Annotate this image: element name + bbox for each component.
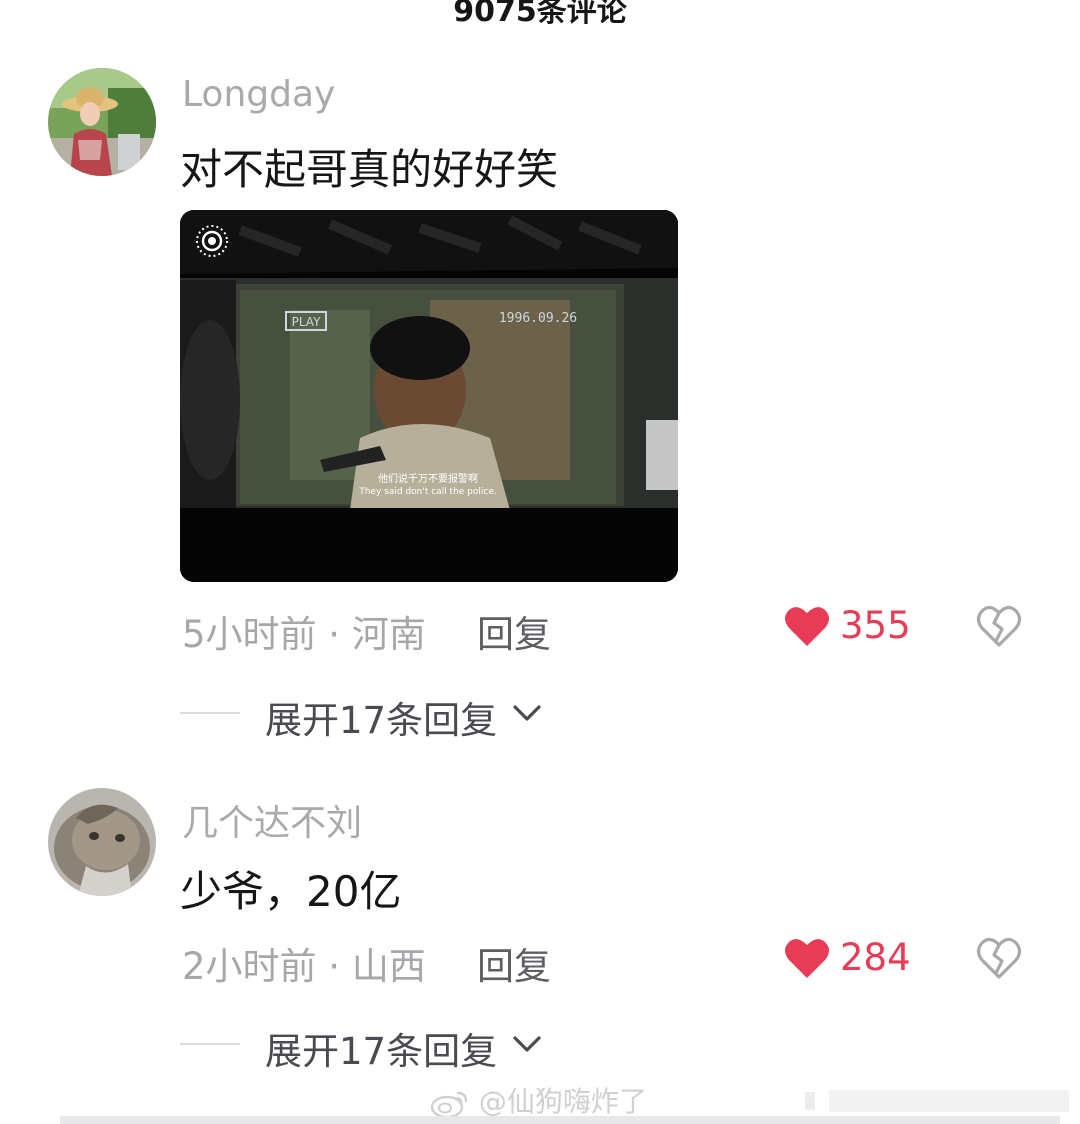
expand-replies-button[interactable]: 展开17条回复 — [265, 1021, 497, 1075]
comment-meta: 2小时前 · 山西 — [182, 945, 426, 988]
avatar[interactable] — [48, 788, 156, 896]
subtitle-en: They said don't call the police. — [358, 487, 497, 497]
osd-date-label: 1996.09.26 — [499, 311, 577, 326]
watermark: @仙狗嗨炸了 — [430, 1080, 647, 1120]
chevron-down-icon[interactable] — [512, 703, 542, 723]
expand-divider — [180, 712, 240, 714]
chevron-down-icon[interactable] — [512, 1034, 542, 1054]
comments-count-title: 9075条评论 — [453, 0, 627, 29]
broken-heart-icon[interactable] — [975, 935, 1023, 981]
heart-filled-icon[interactable] — [783, 936, 831, 980]
like-count: 284 — [840, 936, 911, 979]
heart-filled-icon[interactable] — [783, 604, 831, 648]
avatar-image — [48, 68, 156, 176]
bottom-bar — [60, 1116, 1060, 1124]
weibo-logo-icon — [430, 1091, 468, 1119]
avatar-image — [48, 788, 156, 896]
comment-media-image[interactable]: PLAY 1996.09.26 他们说千万不要报警啊 They said don… — [180, 210, 678, 582]
reply-button[interactable]: 回复 — [477, 604, 551, 658]
reply-button[interactable]: 回复 — [477, 936, 551, 990]
comment-meta: 5小时前 · 河南 — [182, 613, 426, 656]
like-count: 355 — [840, 604, 911, 647]
broken-heart-icon[interactable] — [975, 603, 1023, 649]
comment-text: 对不起哥真的好好笑 — [180, 145, 559, 194]
username[interactable]: Longday — [182, 74, 335, 115]
comment-text: 少爷，20亿 — [180, 867, 402, 916]
expand-replies-button[interactable]: 展开17条回复 — [265, 690, 497, 744]
watermark-text: @仙狗嗨炸了 — [478, 1085, 647, 1118]
avatar[interactable] — [48, 68, 156, 176]
subtitle-cn: 他们说千万不要报警啊 — [378, 472, 478, 485]
osd-play-label: PLAY — [292, 315, 321, 329]
expand-divider — [180, 1043, 240, 1045]
username[interactable]: 几个达不刘 — [182, 794, 362, 846]
movie-screen-photo: PLAY 1996.09.26 他们说千万不要报警啊 They said don… — [180, 210, 678, 582]
blurred-region — [805, 1090, 1069, 1112]
